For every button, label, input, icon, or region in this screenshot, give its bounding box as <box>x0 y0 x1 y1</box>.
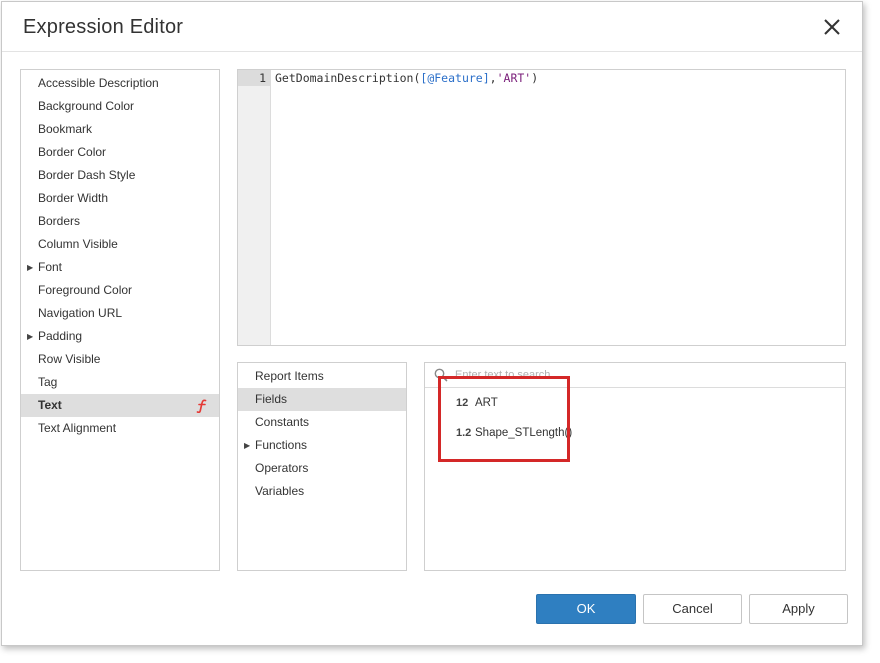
property-label: Border Color <box>38 145 106 159</box>
property-item-foreground-color[interactable]: Foreground Color <box>21 279 219 302</box>
property-item-column-visible[interactable]: Column Visible <box>21 233 219 256</box>
property-item-font[interactable]: ▶ Font <box>21 256 219 279</box>
code-function: GetDomainDescription( <box>275 71 420 85</box>
property-label: Padding <box>38 329 82 343</box>
field-item-art[interactable]: 12 ART <box>425 390 845 416</box>
property-list: Accessible Description Background Color … <box>20 69 220 571</box>
category-constants[interactable]: Constants <box>238 411 406 434</box>
search-input[interactable] <box>455 366 835 384</box>
category-report-items[interactable]: Report Items <box>238 365 406 388</box>
property-item-text[interactable]: Text <box>21 394 219 417</box>
property-label: Foreground Color <box>38 283 132 297</box>
expression-editor-dialog: Expression Editor Accessible Description… <box>1 1 863 646</box>
decimal-type-icon: 1.2 <box>456 420 474 446</box>
property-item-bookmark[interactable]: Bookmark <box>21 118 219 141</box>
expand-arrow-icon[interactable]: ▶ <box>27 256 33 279</box>
property-label: Background Color <box>38 99 134 113</box>
property-label: Accessible Description <box>38 76 159 90</box>
line-number: 1 <box>238 71 266 85</box>
apply-button[interactable]: Apply <box>749 594 848 624</box>
category-fields[interactable]: Fields <box>238 388 406 411</box>
property-item-border-color[interactable]: Border Color <box>21 141 219 164</box>
property-label: Text <box>38 398 62 412</box>
expression-function-icon <box>196 399 208 413</box>
line-number-gutter: 1 <box>238 70 271 345</box>
field-name: Shape_STLength() <box>475 420 572 446</box>
search-bar <box>425 363 845 388</box>
cancel-button[interactable]: Cancel <box>643 594 742 624</box>
property-item-border-width[interactable]: Border Width <box>21 187 219 210</box>
field-name: ART <box>475 390 498 416</box>
property-label: Border Dash Style <box>38 168 135 182</box>
property-item-accessible-description[interactable]: Accessible Description <box>21 72 219 95</box>
category-list: Report Items Fields Constants ▶ Functions… <box>237 362 407 571</box>
expand-arrow-icon[interactable]: ▶ <box>244 434 250 457</box>
property-item-row-visible[interactable]: Row Visible <box>21 348 219 371</box>
category-functions[interactable]: ▶ Functions <box>238 434 406 457</box>
category-label: Operators <box>255 461 308 475</box>
property-item-background-color[interactable]: Background Color <box>21 95 219 118</box>
category-operators[interactable]: Operators <box>238 457 406 480</box>
number-type-icon: 12 <box>456 390 474 416</box>
property-item-border-dash-style[interactable]: Border Dash Style <box>21 164 219 187</box>
property-label: Font <box>38 260 62 274</box>
code-close-paren: ) <box>531 71 538 85</box>
property-label: Border Width <box>38 191 108 205</box>
category-label: Variables <box>255 484 304 498</box>
search-icon <box>434 368 448 382</box>
property-label: Borders <box>38 214 80 228</box>
property-item-text-alignment[interactable]: Text Alignment <box>21 417 219 440</box>
fields-panel: 12 ART 1.2 Shape_STLength() <box>424 362 846 571</box>
close-button[interactable] <box>820 15 844 39</box>
expression-code-editor[interactable]: 1 GetDomainDescription([@Feature],'ART') <box>237 69 846 346</box>
category-label: Fields <box>255 392 287 406</box>
property-item-padding[interactable]: ▶ Padding <box>21 325 219 348</box>
property-item-borders[interactable]: Borders <box>21 210 219 233</box>
category-label: Constants <box>255 415 309 429</box>
close-icon <box>820 15 844 39</box>
field-item-shape-stlength[interactable]: 1.2 Shape_STLength() <box>425 420 845 446</box>
expand-arrow-icon[interactable]: ▶ <box>27 325 33 348</box>
ok-button[interactable]: OK <box>536 594 636 624</box>
code-field-token: [@Feature] <box>420 71 489 85</box>
property-label: Text Alignment <box>38 421 116 435</box>
property-label: Tag <box>38 375 57 389</box>
code-separator: , <box>490 71 497 85</box>
property-label: Navigation URL <box>38 306 122 320</box>
property-label: Row Visible <box>38 352 100 366</box>
property-label: Bookmark <box>38 122 92 136</box>
property-item-navigation-url[interactable]: Navigation URL <box>21 302 219 325</box>
code-line[interactable]: GetDomainDescription([@Feature],'ART') <box>275 71 538 85</box>
category-variables[interactable]: Variables <box>238 480 406 503</box>
property-item-tag[interactable]: Tag <box>21 371 219 394</box>
dialog-titlebar: Expression Editor <box>2 2 862 52</box>
category-label: Functions <box>255 438 307 452</box>
code-string-token: 'ART' <box>497 71 532 85</box>
dialog-title: Expression Editor <box>23 16 183 39</box>
category-label: Report Items <box>255 369 324 383</box>
property-label: Column Visible <box>38 237 118 251</box>
